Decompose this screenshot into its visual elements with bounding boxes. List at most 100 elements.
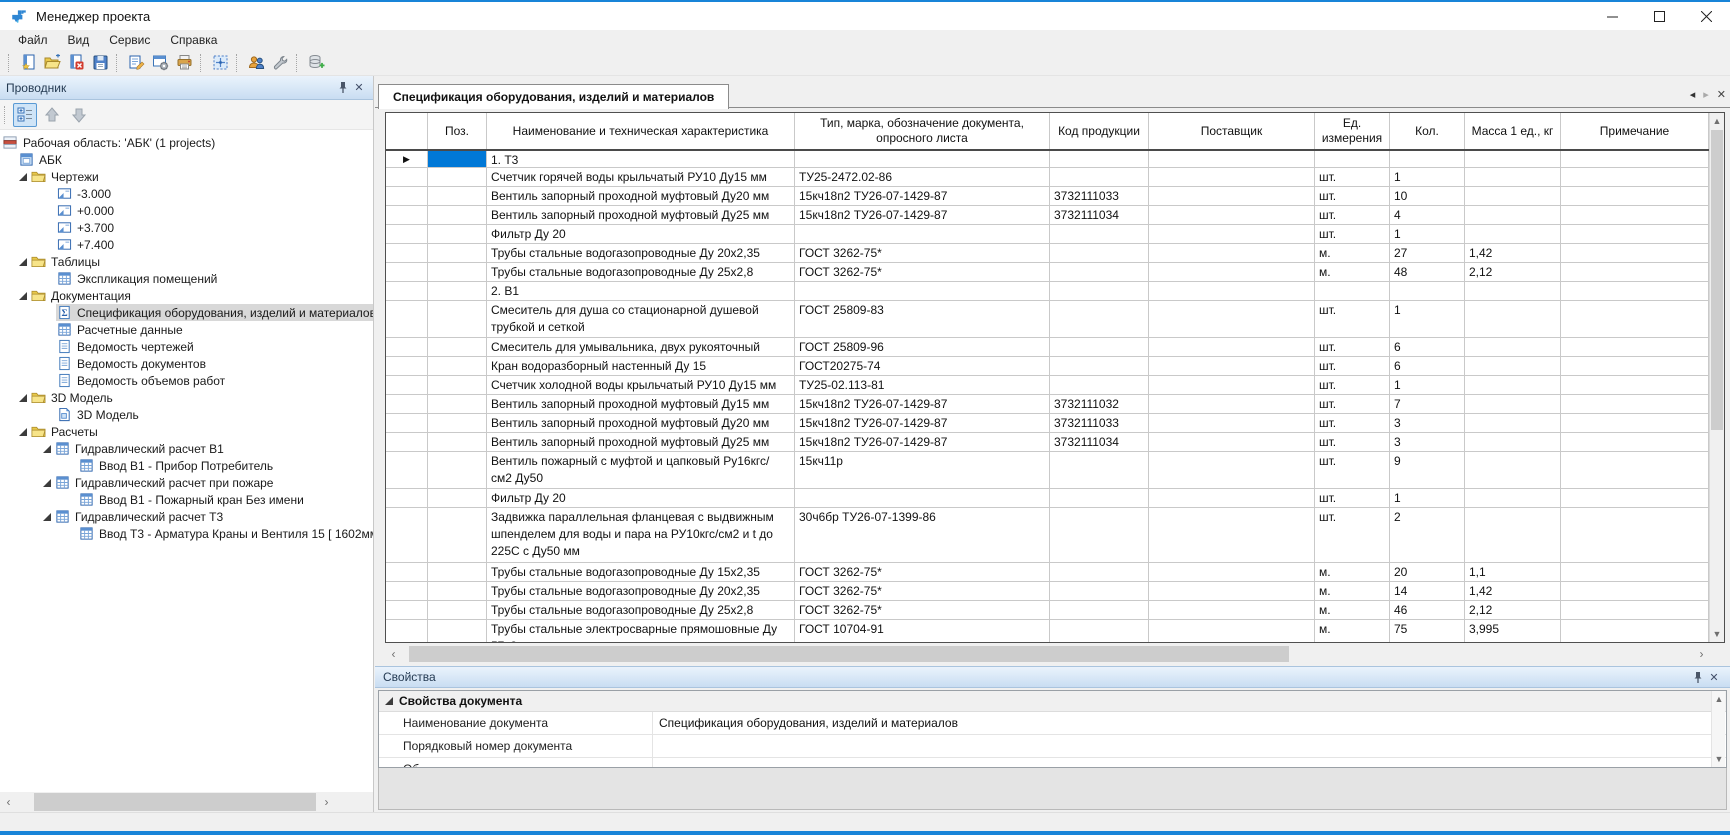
cell-supplier[interactable] xyxy=(1149,206,1315,224)
table-row[interactable]: Смеситель для душа со стационарной душев… xyxy=(386,301,1709,338)
cell-supplier[interactable] xyxy=(1149,433,1315,451)
cell-supplier[interactable] xyxy=(1149,395,1315,413)
users-icon[interactable] xyxy=(244,52,268,74)
tree-item[interactable]: ΣСпецификация оборудования, изделий и ма… xyxy=(0,304,373,321)
cell-qty[interactable]: 10 xyxy=(1390,187,1465,205)
cell-note[interactable] xyxy=(1561,508,1709,562)
cell-code[interactable] xyxy=(1050,225,1149,243)
cell-type[interactable]: ТУ25-02.113-81 xyxy=(795,376,1050,394)
expanded-triangle-icon[interactable] xyxy=(16,428,30,436)
cell-mass[interactable] xyxy=(1465,452,1561,488)
table-row[interactable]: Трубы стальные водогазопроводные Ду 20х2… xyxy=(386,582,1709,601)
scroll-left-icon[interactable]: ‹ xyxy=(385,645,402,663)
cell-qty[interactable]: 14 xyxy=(1390,582,1465,600)
tree-item[interactable]: Ввод В1 - Прибор Потребитель xyxy=(0,457,373,474)
cell-code[interactable] xyxy=(1050,563,1149,581)
cell-qty[interactable]: 1 xyxy=(1390,225,1465,243)
grid-column-header[interactable]: Поставщик xyxy=(1149,113,1315,149)
cell-unit[interactable]: шт. xyxy=(1315,414,1390,432)
cell-unit[interactable]: шт. xyxy=(1315,338,1390,356)
cell-mass[interactable] xyxy=(1465,168,1561,186)
cell-unit[interactable]: м. xyxy=(1315,601,1390,619)
cell-name[interactable]: Вентиль пожарный с муфтой и цапковый Ру1… xyxy=(487,452,795,488)
table-row[interactable]: ▶1. Т3 xyxy=(386,151,1709,168)
cell-mass[interactable] xyxy=(1465,357,1561,375)
cell-type[interactable]: 15кч18п2 ТУ26-07-1429-87 xyxy=(795,187,1050,205)
cell-qty[interactable]: 1 xyxy=(1390,376,1465,394)
tree-item[interactable]: Таблицы xyxy=(0,253,373,270)
cell-qty[interactable]: 6 xyxy=(1390,357,1465,375)
cell-code[interactable] xyxy=(1050,489,1149,507)
cell-mass[interactable] xyxy=(1465,225,1561,243)
cell-type[interactable]: ГОСТ 25809-96 xyxy=(795,338,1050,356)
cell-unit[interactable]: м. xyxy=(1315,620,1390,643)
scroll-down-icon[interactable]: ▼ xyxy=(1710,626,1724,642)
cell-qty[interactable] xyxy=(1390,282,1465,300)
tree-item[interactable]: Рабочая область: 'АБК' (1 projects) xyxy=(0,134,373,151)
cell-mass[interactable]: 1,42 xyxy=(1465,244,1561,262)
cell-mass[interactable] xyxy=(1465,206,1561,224)
add-database-icon[interactable] xyxy=(304,52,328,74)
collapse-triangle-icon[interactable] xyxy=(379,697,399,705)
document-properties-icon[interactable] xyxy=(124,52,148,74)
cell-unit[interactable]: шт. xyxy=(1315,206,1390,224)
cell-mass[interactable] xyxy=(1465,433,1561,451)
cell-code[interactable] xyxy=(1050,357,1149,375)
cell-supplier[interactable] xyxy=(1149,244,1315,262)
cell-mass[interactable]: 1,1 xyxy=(1465,563,1561,581)
cell-type[interactable]: 15кч11р xyxy=(795,452,1050,488)
cell-supplier[interactable] xyxy=(1149,376,1315,394)
cell-unit[interactable]: шт. xyxy=(1315,225,1390,243)
cell-type[interactable] xyxy=(795,282,1050,300)
cell-type[interactable]: ГОСТ 3262-75* xyxy=(795,563,1050,581)
cell-name[interactable]: Счетчик холодной воды крыльчатый РУ10 Ду… xyxy=(487,376,795,394)
cell-pos[interactable] xyxy=(428,620,487,643)
cell-supplier[interactable] xyxy=(1149,601,1315,619)
cell-pos[interactable] xyxy=(428,376,487,394)
cell-unit[interactable]: м. xyxy=(1315,263,1390,281)
cell-pos[interactable] xyxy=(428,601,487,619)
cell-code[interactable]: 3732111033 xyxy=(1050,414,1149,432)
cell-name[interactable]: Вентиль запорный проходной муфтовый Ду20… xyxy=(487,187,795,205)
open-project-icon[interactable] xyxy=(40,52,64,74)
cell-type[interactable]: 15кч18п2 ТУ26-07-1429-87 xyxy=(795,206,1050,224)
cell-pos[interactable] xyxy=(428,187,487,205)
cell-mass[interactable] xyxy=(1465,187,1561,205)
cell-note[interactable] xyxy=(1561,395,1709,413)
cell-name[interactable]: Трубы стальные водогазопроводные Ду 25х2… xyxy=(487,601,795,619)
tree-item[interactable]: 3D Модель xyxy=(0,406,373,423)
tree-item[interactable]: Ведомость чертежей xyxy=(0,338,373,355)
cell-supplier[interactable] xyxy=(1149,187,1315,205)
cell-code[interactable] xyxy=(1050,282,1149,300)
cell-name[interactable]: Фильтр Ду 20 xyxy=(487,225,795,243)
pin-icon[interactable] xyxy=(1690,669,1706,685)
table-row[interactable]: Трубы стальные водогазопроводные Ду 20х2… xyxy=(386,244,1709,263)
cell-supplier[interactable] xyxy=(1149,151,1315,167)
tools-icon[interactable] xyxy=(268,52,292,74)
cell-mass[interactable] xyxy=(1465,301,1561,337)
cell-type[interactable]: ГОСТ 3262-75* xyxy=(795,244,1050,262)
tree-item[interactable]: Экспликация помещений xyxy=(0,270,373,287)
cell-unit[interactable]: шт. xyxy=(1315,433,1390,451)
tree-item[interactable]: Гидравлический расчет В1 xyxy=(0,440,373,457)
cell-unit[interactable]: шт. xyxy=(1315,452,1390,488)
properties-group-row[interactable]: Свойства документа xyxy=(379,691,1726,712)
cell-name[interactable]: Вентиль запорный проходной муфтовый Ду15… xyxy=(487,395,795,413)
minimize-button-icon[interactable] xyxy=(1589,2,1636,30)
cell-supplier[interactable] xyxy=(1149,508,1315,562)
tree-item[interactable]: АБК xyxy=(0,151,373,168)
cell-name[interactable]: Счетчик горячей воды крыльчатый РУ10 Ду1… xyxy=(487,168,795,186)
tree-item[interactable]: +0.000 xyxy=(0,202,373,219)
move-up-icon[interactable] xyxy=(40,103,64,127)
cell-name[interactable]: Задвижка параллельная фланцевая с выдвиж… xyxy=(487,508,795,562)
cell-pos[interactable] xyxy=(428,433,487,451)
cell-pos[interactable] xyxy=(428,263,487,281)
cell-supplier[interactable] xyxy=(1149,489,1315,507)
cell-unit[interactable] xyxy=(1315,282,1390,300)
expanded-triangle-icon[interactable] xyxy=(16,394,30,402)
table-row[interactable]: Вентиль запорный проходной муфтовый Ду20… xyxy=(386,414,1709,433)
project-settings-icon[interactable] xyxy=(148,52,172,74)
cell-code[interactable] xyxy=(1050,601,1149,619)
cell-qty[interactable]: 9 xyxy=(1390,452,1465,488)
cell-name[interactable]: 2. В1 xyxy=(487,282,795,300)
